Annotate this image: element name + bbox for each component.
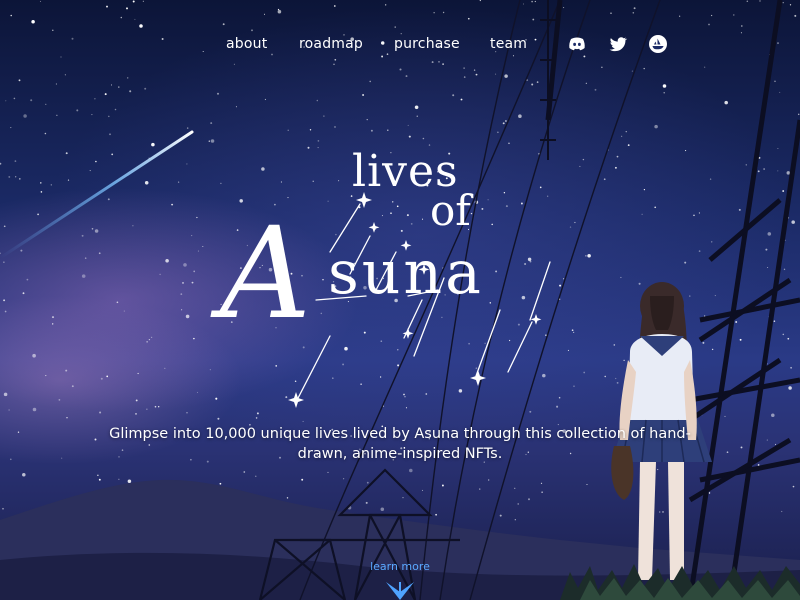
hero-tagline: Glimpse into 10,000 unique lives lived b… xyxy=(109,426,691,462)
nav-link-about[interactable]: about xyxy=(226,34,267,54)
hero-title-logo: lives of A suna xyxy=(200,140,600,420)
learn-more-link[interactable]: learn more xyxy=(340,560,460,573)
title-letter-a: A xyxy=(220,200,311,347)
discord-icon[interactable] xyxy=(567,34,587,54)
nav-link-team[interactable]: team xyxy=(490,34,527,54)
title-word-suna: suna xyxy=(328,238,484,308)
twitter-icon[interactable] xyxy=(608,34,628,54)
title-word-of: of xyxy=(430,186,471,235)
top-navigation: about roadmap purchase team xyxy=(0,34,800,56)
chevron-down-icon[interactable] xyxy=(384,578,416,600)
landing-page: about roadmap purchase team lives of A s… xyxy=(0,0,800,600)
opensea-icon[interactable] xyxy=(648,34,668,54)
nav-link-purchase[interactable]: purchase xyxy=(394,34,460,54)
nav-link-roadmap[interactable]: roadmap xyxy=(299,34,363,54)
